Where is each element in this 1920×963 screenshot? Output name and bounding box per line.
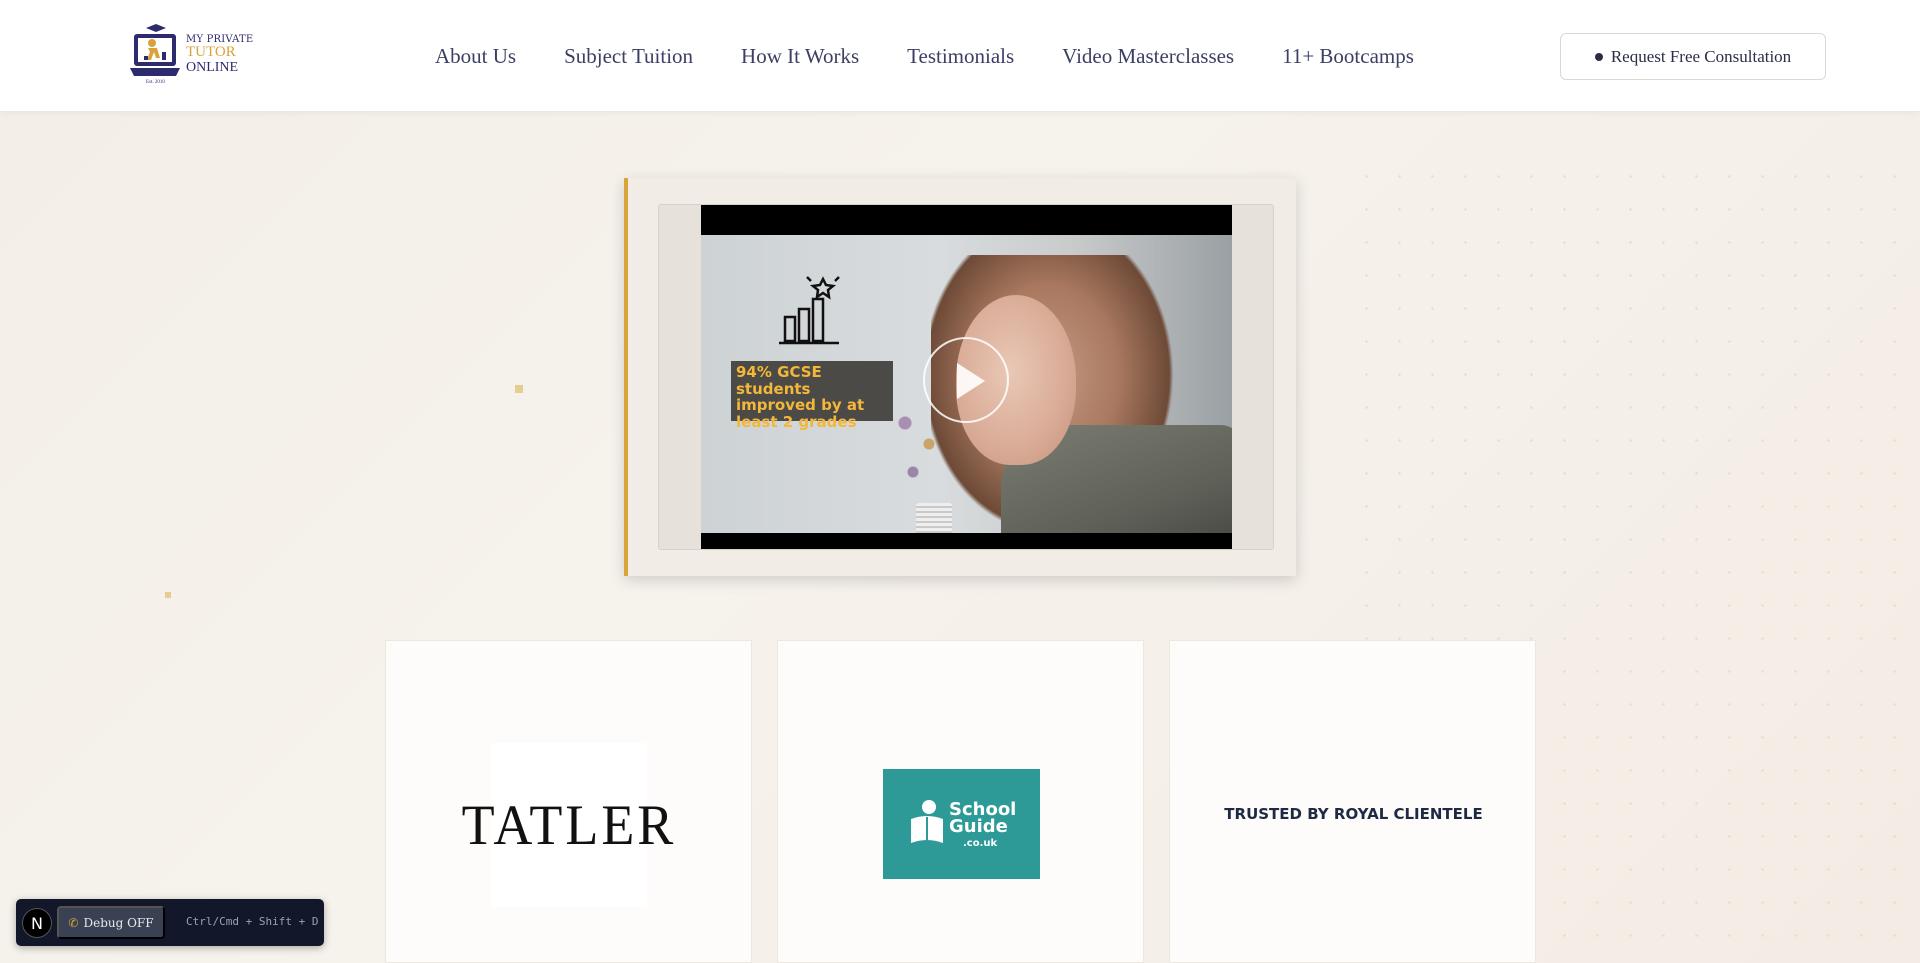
royal-clientele-text: TRUSTED BY ROYAL CLIENTELE <box>1224 805 1483 823</box>
logo-text-line3: ONLINE <box>186 60 239 75</box>
school-guide-wordmark: School Guide .co.uk <box>949 801 1016 852</box>
press-card-royal: TRUSTED BY ROYAL CLIENTELE <box>1169 640 1536 963</box>
school-guide-line3: .co.uk <box>963 838 998 849</box>
laptop-graduate-icon <box>130 24 180 76</box>
nav-subject-tuition[interactable]: Subject Tuition <box>564 44 693 72</box>
main-nav: About Us Subject Tuition How It Works Te… <box>435 44 1462 72</box>
stat-overlay: 94% GCSE students improved by at least 2… <box>731 361 893 430</box>
decorative-square <box>515 385 523 393</box>
decorative-square <box>165 592 171 598</box>
video-container: 94% GCSE students improved by at least 2… <box>658 204 1274 550</box>
phone-icon: ✆ <box>68 915 79 930</box>
thumbnail-cup <box>916 503 952 533</box>
reading-child-icon <box>911 800 943 843</box>
school-guide-logo: School Guide .co.uk <box>883 769 1040 879</box>
nav-how-it-works[interactable]: How It Works <box>741 44 859 72</box>
play-button[interactable] <box>923 337 1009 423</box>
debug-shortcut-hint: Ctrl/Cmd + Shift + D <box>186 915 319 928</box>
play-icon <box>957 363 985 399</box>
logo-text-line2: TUTOR <box>186 44 236 60</box>
bullet-dot-icon <box>1594 52 1603 61</box>
nav-video-masterclasses[interactable]: Video Masterclasses <box>1062 44 1234 72</box>
nav-11-plus-bootcamps[interactable]: 11+ Bootcamps <box>1282 44 1414 72</box>
video-player[interactable]: 94% GCSE students improved by at least 2… <box>701 205 1232 549</box>
nextjs-logo-icon[interactable]: N <box>22 908 52 938</box>
nav-about-us[interactable]: About Us <box>435 44 516 72</box>
video-thumbnail: 94% GCSE students improved by at least 2… <box>701 235 1232 533</box>
press-card-tatler: TATLER <box>385 640 752 963</box>
school-guide-line2: Guide <box>949 816 1008 837</box>
request-consultation-button[interactable]: Request Free Consultation <box>1560 33 1826 80</box>
debug-toggle-label: Debug OFF <box>83 915 154 930</box>
debug-toggle-button[interactable]: ✆ Debug OFF <box>57 906 165 939</box>
press-card-school-guide: School Guide .co.uk <box>777 640 1144 963</box>
debug-toolbar: N ✆ Debug OFF Ctrl/Cmd + Shift + D <box>16 899 324 946</box>
tatler-logo: TATLER <box>462 743 673 907</box>
video-card: 94% GCSE students improved by at least 2… <box>624 178 1296 576</box>
site-logo[interactable]: MY PRIVATE TUTOR ONLINE Est. 2010 <box>130 24 253 88</box>
nav-testimonials[interactable]: Testimonials <box>907 44 1014 72</box>
bar-chart-star-icon <box>779 276 840 345</box>
site-header: MY PRIVATE TUTOR ONLINE Est. 2010 About … <box>0 0 1920 112</box>
logo-est: Est. 2010 <box>146 80 165 85</box>
cta-label: Request Free Consultation <box>1610 46 1792 66</box>
